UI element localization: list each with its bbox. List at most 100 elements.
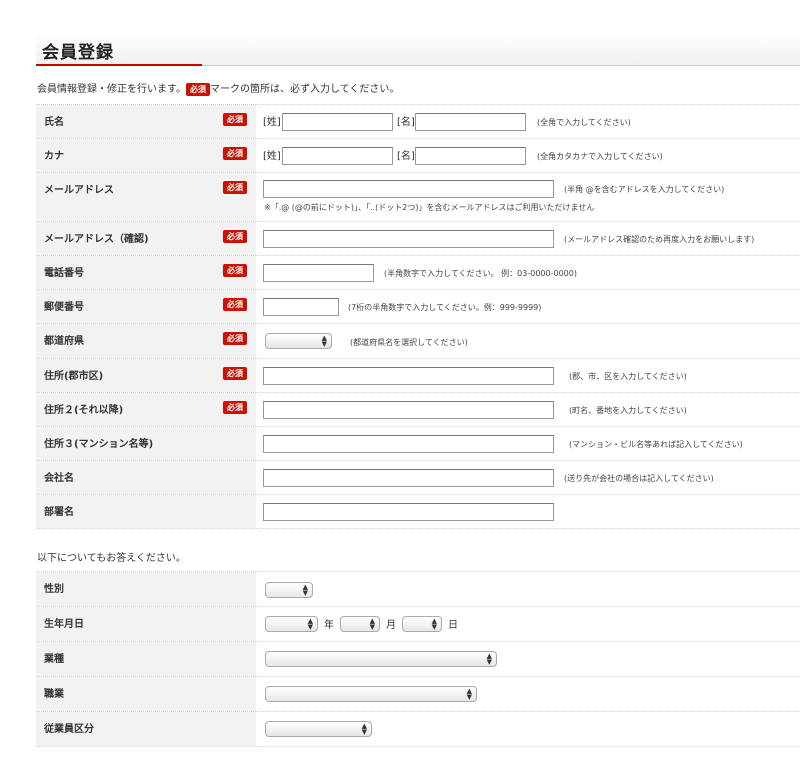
field-label-address3: 住所３(マンション名等)	[44, 439, 154, 450]
field-label-industry: 業種	[44, 654, 64, 665]
label-cell: 住所３(マンション名等)	[36, 426, 256, 461]
optional-form-table: 性別 ▲ ▼ 生年月日 ▲ ▼ 年 ▲ ▼ 月 ▲ ▼ 日 業種 ▲ ▼ 職業 …	[36, 571, 800, 747]
day-unit: 日	[448, 620, 458, 631]
label-cell: 住所２(それ以降) 必須	[36, 392, 256, 427]
field-cell: (7桁の半角数字で入力してください。例：999-9999)	[256, 289, 800, 324]
field-hint: (マンション・ビル名等あれば記入してください)	[569, 440, 743, 449]
field-hint: (送り先が会社の場合は記入してください)	[564, 474, 714, 483]
label-cell: メールアドレス 必須	[36, 172, 256, 222]
field-hint: (全角カタカナで入力してください)	[537, 152, 663, 161]
field-label-address2: 住所２(それ以降)	[44, 405, 124, 416]
required-badge: 必須	[223, 147, 247, 160]
label-cell: 従業員区分	[36, 711, 256, 747]
field-hint: (都道府県名を選択してください)	[350, 338, 468, 347]
field-cell: ▲ ▼ (都道府県名を選択してください)	[256, 323, 800, 359]
form-row-kana: カナ 必須 [姓] [名] (全角カタカナで入力してください)	[36, 138, 800, 173]
form-row-address1: 住所(郡市区) 必須 (郡、市、区を入力してください)	[36, 358, 800, 393]
label-cell: 性別	[36, 571, 256, 607]
registration-page: 会員登録 会員情報登録・修正を行います。 必須 マークの箇所は、必ず入力してください…	[0, 0, 800, 766]
select-arrows-icon: ▲ ▼	[361, 722, 367, 736]
field-cell	[256, 494, 800, 529]
form-row-employees: 従業員区分 ▲ ▼	[36, 711, 800, 747]
intro-text-after: マークの箇所は、必ず入力してください。	[210, 84, 400, 95]
month-unit: 月	[386, 620, 396, 631]
kana-mei-input[interactable]	[415, 147, 526, 165]
birth-year-select[interactable]: ▲ ▼	[265, 616, 318, 632]
page-title: 会員登録	[42, 43, 114, 63]
required-badge: 必須	[223, 332, 247, 345]
form-row-address2: 住所２(それ以降) 必須 (町名、番地を入力してください)	[36, 392, 800, 427]
label-cell: 生年月日	[36, 606, 256, 642]
label-cell: 住所(郡市区) 必須	[36, 358, 256, 393]
form-row-zip: 郵便番号 必須 (7桁の半角数字で入力してください。例：999-9999)	[36, 289, 800, 324]
address1-input[interactable]	[263, 367, 554, 385]
field-label-phone: 電話番号	[44, 268, 84, 279]
email-confirm-input[interactable]	[263, 230, 554, 248]
label-cell: 職業	[36, 676, 256, 712]
birth-month-select[interactable]: ▲ ▼	[340, 616, 380, 632]
field-cell: ▲ ▼	[256, 676, 800, 712]
field-cell: ▲ ▼	[256, 641, 800, 677]
required-badge: 必須	[223, 367, 247, 380]
required-badge: 必須	[223, 264, 247, 277]
field-cell: (半角 @を含むアドレスを入力してください) ※「.@ (@の前にドット)」、「…	[256, 172, 800, 222]
field-cell: [姓] [名] (全角カタカナで入力してください)	[256, 138, 800, 173]
form-row-address3: 住所３(マンション名等) (マンション・ビル名等あれば記入してください)	[36, 426, 800, 461]
field-cell: ▲ ▼	[256, 711, 800, 747]
field-label-name: 氏名	[44, 117, 64, 128]
form-row-birthday: 生年月日 ▲ ▼ 年 ▲ ▼ 月 ▲ ▼ 日	[36, 606, 800, 642]
label-cell: 都道府県 必須	[36, 323, 256, 359]
name-sei-input[interactable]	[282, 113, 393, 131]
field-cell: ▲ ▼	[256, 571, 800, 607]
field-label-email-confirm: メールアドレス（確認)	[44, 234, 149, 245]
field-label-email: メールアドレス	[44, 185, 114, 196]
field-cell: (送り先が会社の場合は記入してください)	[256, 460, 800, 495]
field-cell: (郡、市、区を入力してください)	[256, 358, 800, 393]
field-cell: [姓] [名] (全角で入力してください)	[256, 104, 800, 139]
label-cell: 郵便番号 必須	[36, 289, 256, 324]
birth-day-select[interactable]: ▲ ▼	[402, 616, 442, 632]
required-badge: 必須	[186, 82, 210, 96]
field-hint: (郡、市、区を入力してください)	[569, 372, 687, 381]
form-row-email-confirm: メールアドレス（確認) 必須 (メールアドレス確認のため再度入力をお願いします)	[36, 221, 800, 256]
prefecture-select[interactable]: ▲ ▼	[265, 333, 332, 349]
title-accent-line	[36, 64, 202, 66]
form-row-phone: 電話番号 必須 (半角数字で入力してください。 例：03-0000-0000)	[36, 255, 800, 290]
industry-select[interactable]: ▲ ▼	[265, 651, 497, 667]
phone-input[interactable]	[263, 264, 374, 282]
email-input[interactable]	[263, 180, 554, 198]
select-arrows-icon: ▲ ▼	[466, 687, 472, 701]
kana-sei-input[interactable]	[282, 147, 393, 165]
field-hint: (全角で入力してください)	[537, 118, 631, 127]
address2-input[interactable]	[263, 401, 554, 419]
required-badge: 必須	[223, 113, 247, 126]
occupation-select[interactable]: ▲ ▼	[265, 686, 477, 702]
select-arrows-icon: ▲ ▼	[321, 334, 327, 348]
department-input[interactable]	[263, 503, 554, 521]
form-row-gender: 性別 ▲ ▼	[36, 571, 800, 607]
label-cell: メールアドレス（確認) 必須	[36, 221, 256, 256]
zip-input[interactable]	[263, 298, 339, 316]
mei-label: [名]	[397, 151, 415, 162]
select-arrows-icon: ▲ ▼	[369, 617, 375, 631]
employees-select[interactable]: ▲ ▼	[265, 721, 372, 737]
company-input[interactable]	[263, 469, 554, 487]
required-badge: 必須	[223, 230, 247, 243]
field-label-kana: カナ	[44, 151, 64, 162]
field-label-zip: 郵便番号	[44, 302, 84, 313]
field-cell: (メールアドレス確認のため再度入力をお願いします)	[256, 221, 800, 256]
field-hint: (7桁の半角数字で入力してください。例：999-9999)	[348, 303, 542, 312]
name-mei-input[interactable]	[415, 113, 526, 131]
field-hint: (半角数字で入力してください。 例：03-0000-0000)	[384, 269, 577, 278]
required-badge: 必須	[223, 401, 247, 414]
field-hint: (半角 @を含むアドレスを入力してください)	[564, 185, 725, 194]
label-cell: 電話番号 必須	[36, 255, 256, 290]
field-cell: ▲ ▼ 年 ▲ ▼ 月 ▲ ▼ 日	[256, 606, 800, 642]
mei-label: [名]	[397, 117, 415, 128]
select-arrows-icon: ▲ ▼	[307, 617, 313, 631]
email-note: ※「.@ (@の前にドット)」、「..(ドット2つ)」を含むメールアドレスはご利…	[264, 203, 595, 212]
optional-section-title: 以下についてもお答えください。	[37, 553, 186, 564]
address3-input[interactable]	[263, 435, 554, 453]
field-label-birthday: 生年月日	[44, 619, 84, 630]
gender-select[interactable]: ▲ ▼	[265, 582, 313, 598]
